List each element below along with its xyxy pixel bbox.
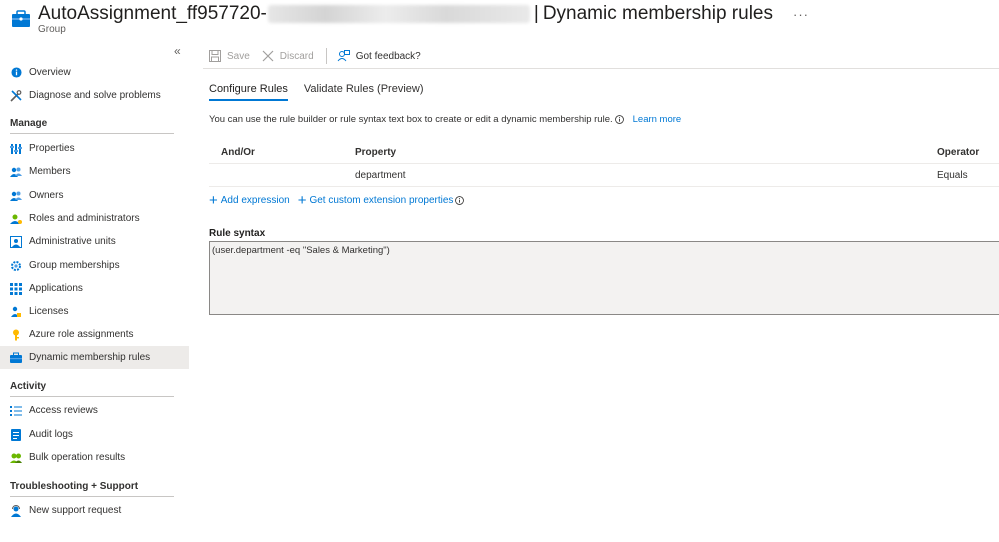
sidebar-item-members[interactable]: Members [0, 160, 189, 183]
column-header-and-or: And/Or [221, 147, 255, 158]
sidebar-item-label: Access reviews [29, 405, 98, 416]
sidebar-item-label: Dynamic membership rules [29, 352, 151, 363]
sidebar-item-label: Members [29, 166, 71, 177]
bulk-icon [10, 452, 22, 464]
roles-icon [10, 213, 22, 225]
title-separator: | [533, 3, 539, 24]
page-header: AutoAssignment_ff957720- | Dynamic membe… [0, 0, 999, 44]
owners-icon [10, 190, 22, 202]
info-icon[interactable] [455, 196, 465, 205]
sidebar-item-azure-roles[interactable]: Azure role assignments [0, 323, 189, 346]
rule-builder-table: And/Or Property Operator department Equa… [209, 141, 999, 187]
sidebar-item-diagnose[interactable]: Diagnose and solve problems [0, 84, 189, 107]
description: You can use the rule builder or rule syn… [209, 114, 681, 125]
log-icon [10, 428, 22, 441]
sidebar: « Overview Diagnose and solve problems M… [0, 44, 189, 542]
properties-icon [10, 143, 22, 155]
sidebar-item-label: Licenses [29, 306, 69, 317]
sidebar-item-label: Administrative units [29, 236, 116, 247]
admin-units-icon [10, 235, 22, 248]
wrench-icon [10, 89, 22, 102]
sidebar-item-bulk-results[interactable]: Bulk operation results [0, 446, 189, 469]
sidebar-item-admin-units[interactable]: Administrative units [0, 230, 189, 253]
sidebar-item-label: Diagnose and solve problems [29, 90, 161, 101]
section-header-activity: Activity [10, 381, 174, 397]
command-bar: Save Discard Got feedback? [209, 46, 433, 66]
cell-operator[interactable]: Equals [937, 170, 968, 181]
learn-more-link[interactable]: Learn more [633, 114, 682, 125]
feedback-icon [337, 49, 350, 63]
sidebar-item-new-support[interactable]: New support request [0, 499, 189, 522]
sidebar-item-properties[interactable]: Properties [0, 137, 189, 160]
members-icon [10, 166, 22, 178]
grid-icon [10, 282, 22, 295]
save-icon [209, 50, 221, 62]
sidebar-item-group-memberships[interactable]: Group memberships [0, 254, 189, 277]
rule-actions: + Add expression + Get custom extension … [209, 191, 472, 209]
sidebar-item-label: Bulk operation results [29, 452, 126, 463]
column-header-property: Property [355, 147, 397, 158]
add-expression-button[interactable]: + Add expression [209, 191, 290, 209]
group-icon [10, 8, 32, 30]
discard-button[interactable]: Discard [262, 50, 314, 62]
cell-property[interactable]: department [355, 170, 406, 181]
plus-icon: + [297, 191, 307, 209]
sidebar-item-label: Azure role assignments [29, 329, 134, 340]
feedback-button[interactable]: Got feedback? [337, 49, 421, 63]
tab-bar: Configure Rules Validate Rules (Preview) [209, 83, 440, 101]
toolbar-divider [325, 48, 327, 64]
collapse-sidebar-icon[interactable]: « [174, 44, 181, 58]
info-icon [10, 67, 22, 79]
get-custom-properties-button[interactable]: + Get custom extension properties [297, 191, 465, 209]
sidebar-item-label: Applications [29, 283, 83, 294]
sidebar-item-label: Owners [29, 190, 64, 201]
sidebar-item-access-reviews[interactable]: Access reviews [0, 399, 189, 422]
sidebar-item-dynamic-rules[interactable]: Dynamic membership rules [0, 346, 189, 369]
sidebar-item-owners[interactable]: Owners [0, 184, 189, 207]
sidebar-item-label: Overview [29, 67, 71, 78]
save-button[interactable]: Save [209, 50, 250, 62]
close-icon [262, 50, 274, 62]
plus-icon: + [209, 191, 218, 209]
rule-syntax-textbox[interactable]: (user.department -eq "Sales & Marketing"… [209, 241, 999, 315]
section-header-manage: Manage [10, 118, 174, 134]
tab-configure-rules[interactable]: Configure Rules [209, 83, 288, 101]
section-header-support: Troubleshooting + Support [10, 481, 174, 497]
sidebar-item-audit-logs[interactable]: Audit logs [0, 423, 189, 446]
redacted-id [267, 5, 530, 23]
support-icon [10, 504, 22, 517]
sidebar-item-overview[interactable]: Overview [0, 61, 189, 84]
tab-validate-rules[interactable]: Validate Rules (Preview) [304, 83, 424, 101]
sidebar-item-label: Roles and administrators [29, 213, 140, 224]
more-options-icon[interactable]: ··· [793, 7, 809, 22]
list-check-icon [10, 405, 22, 417]
resource-type: Group [38, 24, 66, 35]
sidebar-item-label: Properties [29, 143, 75, 154]
description-text: You can use the rule builder or rule syn… [209, 114, 613, 125]
page-title: AutoAssignment_ff957720- [38, 3, 267, 24]
group-rules-icon [10, 352, 22, 364]
toolbar-divider-line [203, 68, 999, 69]
table-row[interactable]: department Equals [209, 164, 999, 187]
key-icon [10, 329, 22, 341]
gear-icon [10, 260, 22, 272]
info-icon[interactable] [614, 115, 624, 124]
sidebar-item-label: New support request [29, 505, 122, 516]
sidebar-item-applications[interactable]: Applications [0, 277, 189, 300]
sidebar-item-roles[interactable]: Roles and administrators [0, 207, 189, 230]
sidebar-item-label: Audit logs [29, 429, 73, 440]
column-header-operator: Operator [937, 147, 980, 158]
page-subtitle-title: Dynamic membership rules [542, 3, 773, 24]
sidebar-item-label: Group memberships [29, 260, 120, 271]
rule-syntax-label: Rule syntax [209, 228, 266, 239]
license-icon [10, 306, 22, 318]
table-header: And/Or Property Operator [209, 141, 999, 164]
sidebar-item-licenses[interactable]: Licenses [0, 300, 189, 323]
